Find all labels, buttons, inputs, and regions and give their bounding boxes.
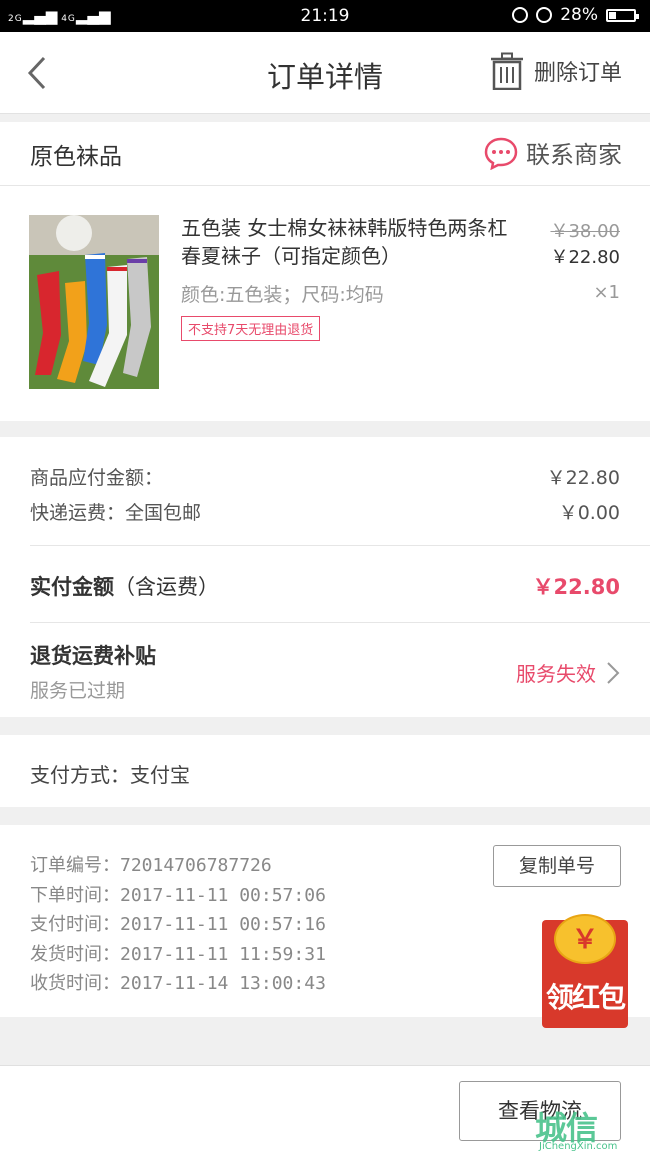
subsidy-subtitle: 服务已过期 (30, 680, 126, 702)
shipping-row: 快递运费：全国包邮 ￥0.00 (30, 498, 620, 525)
goods-amount-row: 商品应付金额： ￥22.80 (30, 463, 620, 490)
order-shipped-time: 发货时间：2017-11-11 11:59:31 (30, 943, 326, 965)
contact-seller-button[interactable]: 联系商家 (484, 135, 622, 170)
subsidy-status-label: 服务失效 (516, 662, 596, 686)
product-title[interactable]: 五色装 女士棉女袜袜韩版特色两条杠春夏袜子（可指定颜色） (181, 214, 511, 270)
nav-header: 订单详情 删除订单 (0, 32, 650, 114)
shipping-value: ￥0.00 (558, 502, 620, 524)
copy-order-number-button[interactable]: 复制单号 (493, 845, 621, 887)
red-packet-label: 领红包 (545, 981, 626, 1014)
paid-amount-value: ￥22.80 (532, 575, 620, 599)
shop-name[interactable]: 原色袜品 (30, 137, 122, 171)
chevron-left-icon (27, 56, 46, 90)
lock-rotation-icon (512, 7, 529, 23)
payment-method-text: 支付方式：支付宝 (30, 763, 190, 787)
order-created-time: 下单时间：2017-11-11 00:57:06 (30, 884, 326, 906)
back-button[interactable] (22, 54, 60, 92)
goods-amount-label: 商品应付金额： (30, 467, 164, 489)
battery-fill (609, 11, 617, 19)
order-info-lines: 订单编号：72014706787726 下单时间：2017-11-11 00:5… (30, 851, 326, 999)
watermark-logo: 城信 JiChengXin.com (533, 1103, 650, 1155)
product-card[interactable]: 五色装 女士棉女袜袜韩版特色两条杠春夏袜子（可指定颜色） 颜色:五色装；尺码:均… (0, 186, 650, 421)
coin-icon: ￥ (554, 914, 616, 964)
chat-bubble-icon (484, 137, 518, 170)
status-icons: 28% (512, 5, 639, 25)
product-attributes: 颜色:五色装；尺码:均码 (181, 284, 384, 306)
status-bar: 2G▂▄▆ 4G▂▄▆ 21:19 28% (0, 0, 650, 32)
paid-amount-row: 实付金额（含运费） ￥22.80 (30, 571, 620, 601)
delete-order-button[interactable]: 删除订单 (490, 52, 622, 90)
no-return-badge: 不支持7天无理由退货 (181, 316, 321, 341)
goods-amount-value: ￥22.80 (546, 467, 620, 489)
socks-picture (29, 215, 159, 389)
paid-amount-label: 实付金额 (30, 575, 114, 599)
order-paid-time: 支付时间：2017-11-11 00:57:16 (30, 914, 326, 935)
trash-icon (490, 52, 523, 90)
red-packet-button[interactable]: ￥ 领红包 (542, 914, 628, 1028)
delete-order-label: 删除订单 (533, 61, 622, 86)
product-image[interactable] (29, 215, 159, 389)
contact-seller-label: 联系商家 (526, 141, 622, 169)
order-number: 订单编号：72014706787726 (30, 855, 272, 876)
battery-percent: 28% (560, 5, 598, 25)
order-received-time: 收货时间：2017-11-14 13:00:43 (30, 973, 326, 994)
quantity: ×1 (593, 282, 620, 303)
alarm-icon (536, 7, 553, 23)
unit-price: ￥22.80 (550, 247, 620, 268)
payment-summary: 商品应付金额： ￥22.80 快递运费：全国包邮 ￥0.00 实付金额（含运费）… (0, 437, 650, 717)
subsidy-title: 退货运费补贴 (30, 644, 156, 668)
paid-amount-note: （含运费） (114, 575, 219, 599)
watermark-domain: JiChengXin.com (539, 1141, 618, 1152)
original-price: ￥38.00 (550, 221, 620, 242)
shipping-label: 快递运费：全国包邮 (30, 502, 202, 524)
divider (30, 545, 650, 546)
payment-method: 支付方式：支付宝 (0, 735, 650, 807)
battery-icon (606, 8, 639, 22)
return-shipping-subsidy-row[interactable]: 退货运费补贴 服务已过期 服务失效 (0, 640, 650, 704)
shop-bar: 原色袜品 联系商家 (0, 122, 650, 186)
subsidy-status[interactable]: 服务失效 (516, 658, 620, 687)
divider (30, 622, 650, 623)
chevron-right-icon (607, 661, 620, 684)
